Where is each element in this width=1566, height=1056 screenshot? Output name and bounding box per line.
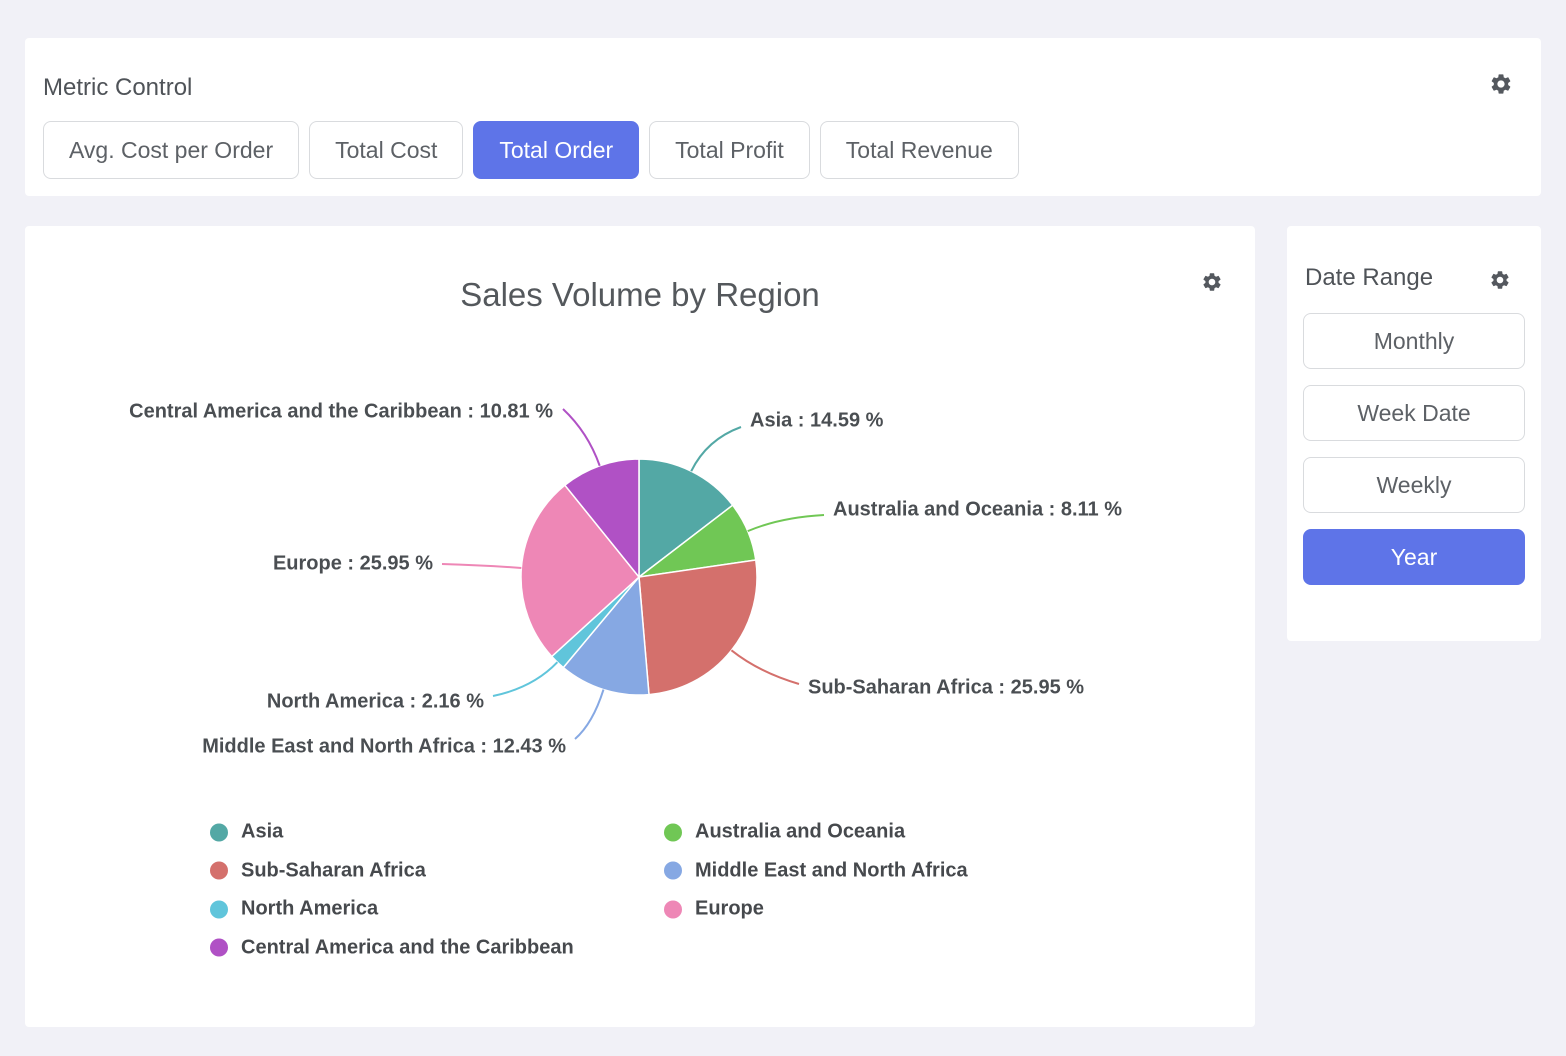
pie-leader-line-australia-and-oceania bbox=[748, 515, 824, 531]
pie-label-central-america-and-the-caribbean: Central America and the Caribbean : 10.8… bbox=[129, 401, 553, 424]
gear-icon[interactable] bbox=[1489, 268, 1513, 292]
date-range-button-group: Monthly Week Date Weekly Year bbox=[1303, 313, 1525, 585]
legend-dot-middle-east-and-north-africa bbox=[664, 862, 682, 880]
pie-leader-line-sub-saharan-africa bbox=[731, 650, 799, 684]
metric-button-total-order[interactable]: Total Order bbox=[473, 121, 639, 179]
metric-button-total-cost[interactable]: Total Cost bbox=[309, 121, 463, 179]
legend-label: North America bbox=[241, 898, 378, 921]
date-range-button-year[interactable]: Year bbox=[1303, 529, 1525, 585]
pie-label-australia-and-oceania: Australia and Oceania : 8.11 % bbox=[833, 499, 1122, 522]
legend-label: Sub-Saharan Africa bbox=[241, 859, 426, 882]
gear-icon bbox=[1489, 269, 1511, 291]
pie-leader-line-north-america bbox=[493, 662, 557, 696]
gear-icon[interactable] bbox=[1489, 72, 1513, 96]
metric-button-avg-cost-per-order[interactable]: Avg. Cost per Order bbox=[43, 121, 299, 179]
sales-volume-panel: Sales Volume by Region Asia : 14.59 %Aus… bbox=[25, 226, 1255, 1027]
legend-item-australia-and-oceania[interactable]: Australia and Oceania bbox=[664, 821, 905, 844]
legend-dot-north-america bbox=[210, 900, 228, 918]
metric-button-total-revenue[interactable]: Total Revenue bbox=[820, 121, 1019, 179]
pie-leader-line-central-america-and-the-caribbean bbox=[563, 409, 600, 466]
legend-dot-sub-saharan-africa bbox=[210, 862, 228, 880]
legend-label: Australia and Oceania bbox=[695, 821, 905, 844]
date-range-title: Date Range bbox=[1305, 264, 1433, 292]
metric-button-group: Avg. Cost per OrderTotal CostTotal Order… bbox=[43, 121, 1019, 179]
date-range-button-week-date[interactable]: Week Date bbox=[1303, 385, 1525, 441]
pie-label-europe: Europe : 25.95 % bbox=[273, 553, 433, 576]
pie-leader-line-europe bbox=[442, 564, 521, 568]
legend-dot-europe bbox=[664, 900, 682, 918]
legend-dot-asia bbox=[210, 823, 228, 841]
legend-label: Middle East and North Africa bbox=[695, 859, 968, 882]
pie-leader-line-asia bbox=[691, 427, 741, 471]
legend-dot-central-america-and-the-caribbean bbox=[210, 939, 228, 957]
pie-label-asia: Asia : 14.59 % bbox=[750, 410, 883, 433]
legend-item-north-america[interactable]: North America bbox=[210, 898, 378, 921]
legend-label: Asia bbox=[241, 821, 283, 844]
date-range-button-weekly[interactable]: Weekly bbox=[1303, 457, 1525, 513]
metric-control-title: Metric Control bbox=[43, 74, 192, 102]
pie-label-sub-saharan-africa: Sub-Saharan Africa : 25.95 % bbox=[808, 677, 1084, 700]
legend-label: Europe bbox=[695, 898, 764, 921]
date-range-panel: Date Range Monthly Week Date Weekly Year bbox=[1287, 226, 1541, 641]
legend-item-asia[interactable]: Asia bbox=[210, 821, 283, 844]
pie-slice-sub-saharan-africa[interactable] bbox=[639, 560, 757, 695]
gear-icon bbox=[1489, 72, 1513, 96]
legend-item-sub-saharan-africa[interactable]: Sub-Saharan Africa bbox=[210, 859, 426, 882]
legend-item-middle-east-and-north-africa[interactable]: Middle East and North Africa bbox=[664, 859, 968, 882]
legend-label: Central America and the Caribbean bbox=[241, 936, 574, 959]
metric-button-total-profit[interactable]: Total Profit bbox=[649, 121, 810, 179]
legend-dot-australia-and-oceania bbox=[664, 823, 682, 841]
pie-label-north-america: North America : 2.16 % bbox=[267, 691, 484, 714]
pie-leader-line-middle-east-and-north-africa bbox=[575, 690, 603, 739]
legend-item-europe[interactable]: Europe bbox=[664, 898, 764, 921]
pie-label-middle-east-and-north-africa: Middle East and North Africa : 12.43 % bbox=[202, 736, 566, 759]
metric-control-panel: Metric Control Avg. Cost per OrderTotal … bbox=[25, 38, 1541, 196]
date-range-button-monthly[interactable]: Monthly bbox=[1303, 313, 1525, 369]
legend-item-central-america-and-the-caribbean[interactable]: Central America and the Caribbean bbox=[210, 936, 574, 959]
